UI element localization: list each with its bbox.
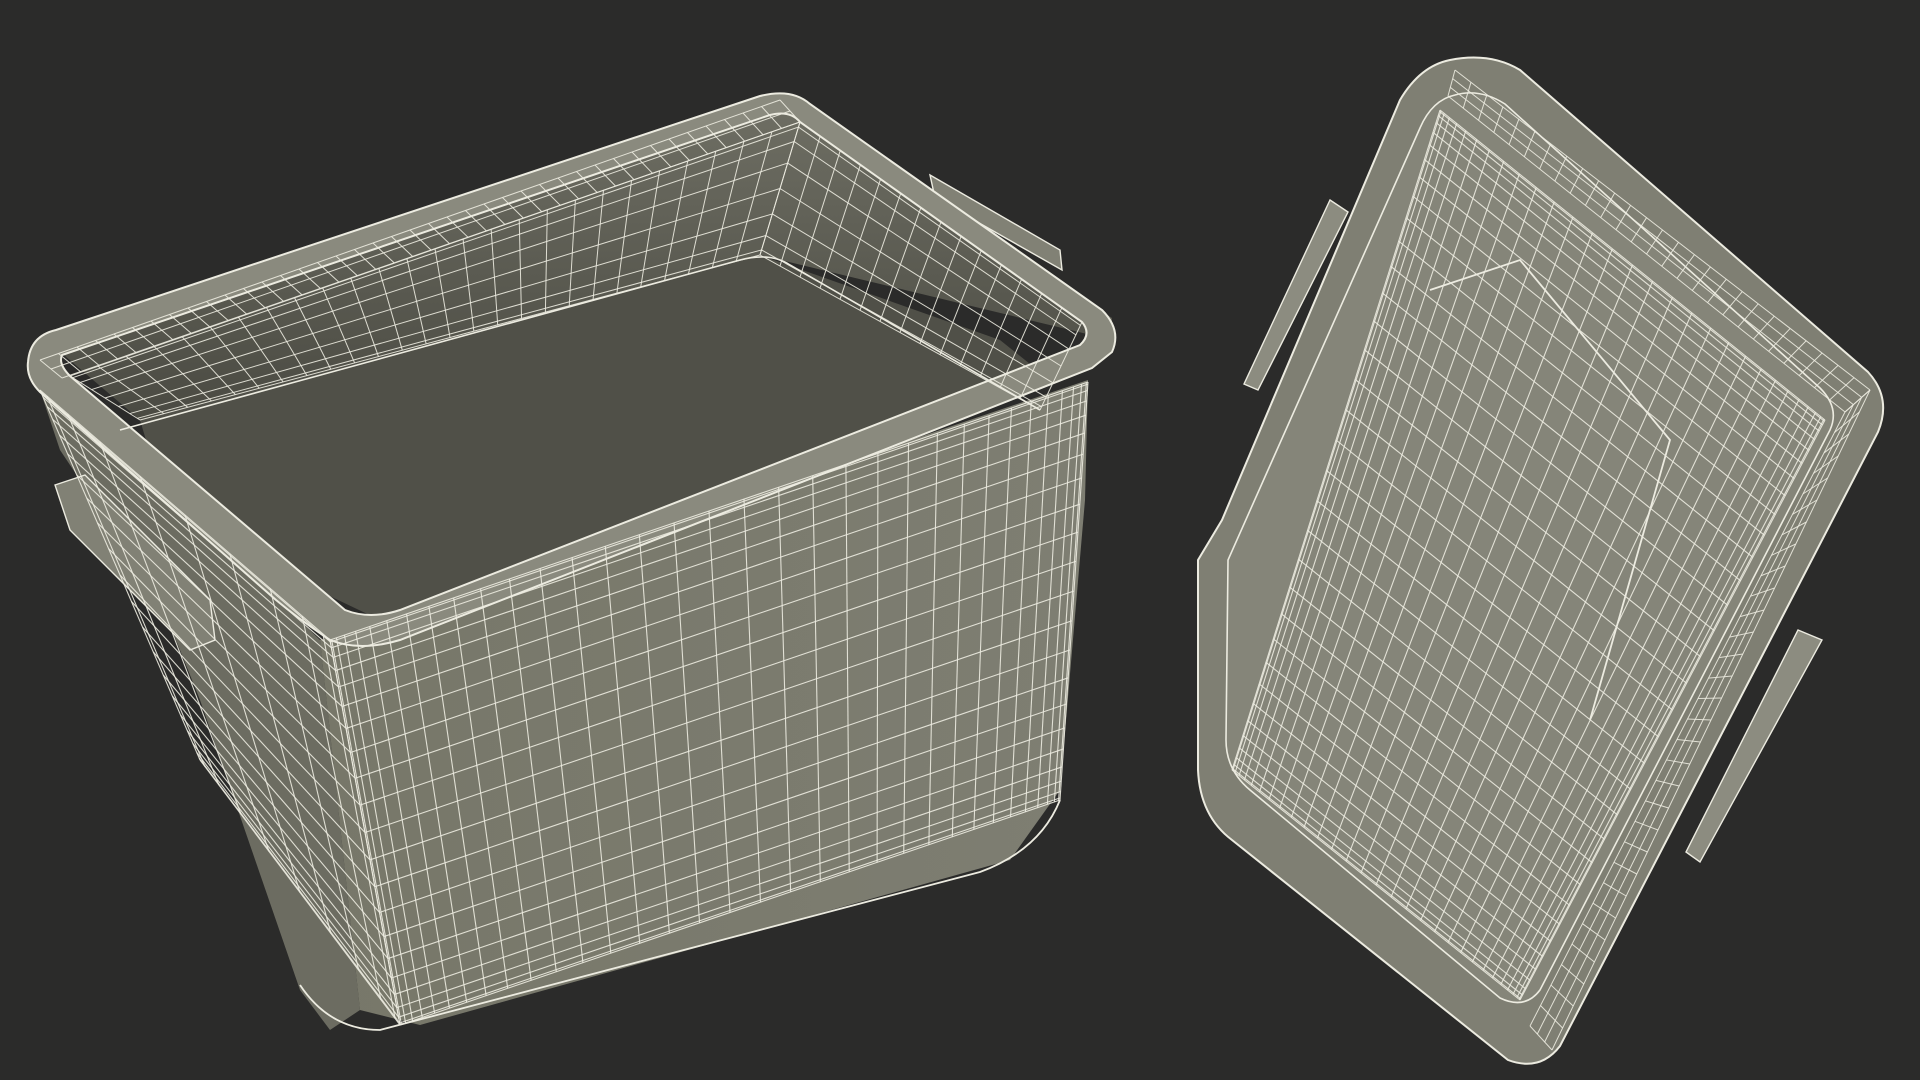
wireframe-render-scene xyxy=(0,0,1920,1080)
render-canvas xyxy=(26,56,1885,1065)
wire-edge xyxy=(1697,697,1722,700)
storage-bin-lid xyxy=(1197,56,1885,1065)
storage-bin-body xyxy=(26,92,1117,1031)
